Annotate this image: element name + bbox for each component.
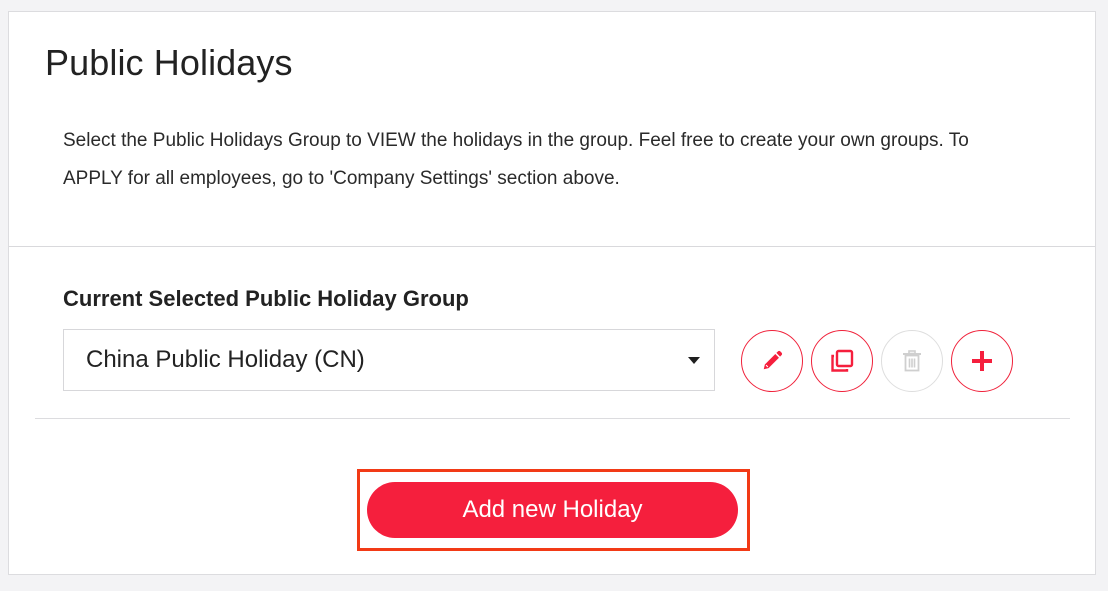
page-description: Select the Public Holidays Group to VIEW… (63, 130, 969, 189)
add-group-button[interactable] (951, 330, 1013, 392)
actions-divider (35, 418, 1070, 419)
group-label: Current Selected Public Holiday Group (63, 286, 469, 311)
page-title: Public Holidays (45, 42, 293, 83)
caret-down-icon (688, 357, 700, 364)
public-holidays-card: Public Holidays Select the Public Holida… (8, 11, 1096, 575)
copy-group-button[interactable] (811, 330, 873, 392)
holiday-group-selected-value: China Public Holiday (CN) (86, 346, 365, 373)
edit-group-button[interactable] (741, 330, 803, 392)
pencil-icon (763, 350, 783, 370)
delete-group-button[interactable] (881, 330, 943, 392)
trash-icon (903, 350, 921, 372)
copy-icon (831, 349, 854, 372)
section-divider (9, 246, 1095, 247)
plus-icon (972, 351, 992, 371)
add-new-holiday-button[interactable]: Add new Holiday (367, 482, 738, 538)
holiday-group-select[interactable]: China Public Holiday (CN) (63, 329, 715, 391)
